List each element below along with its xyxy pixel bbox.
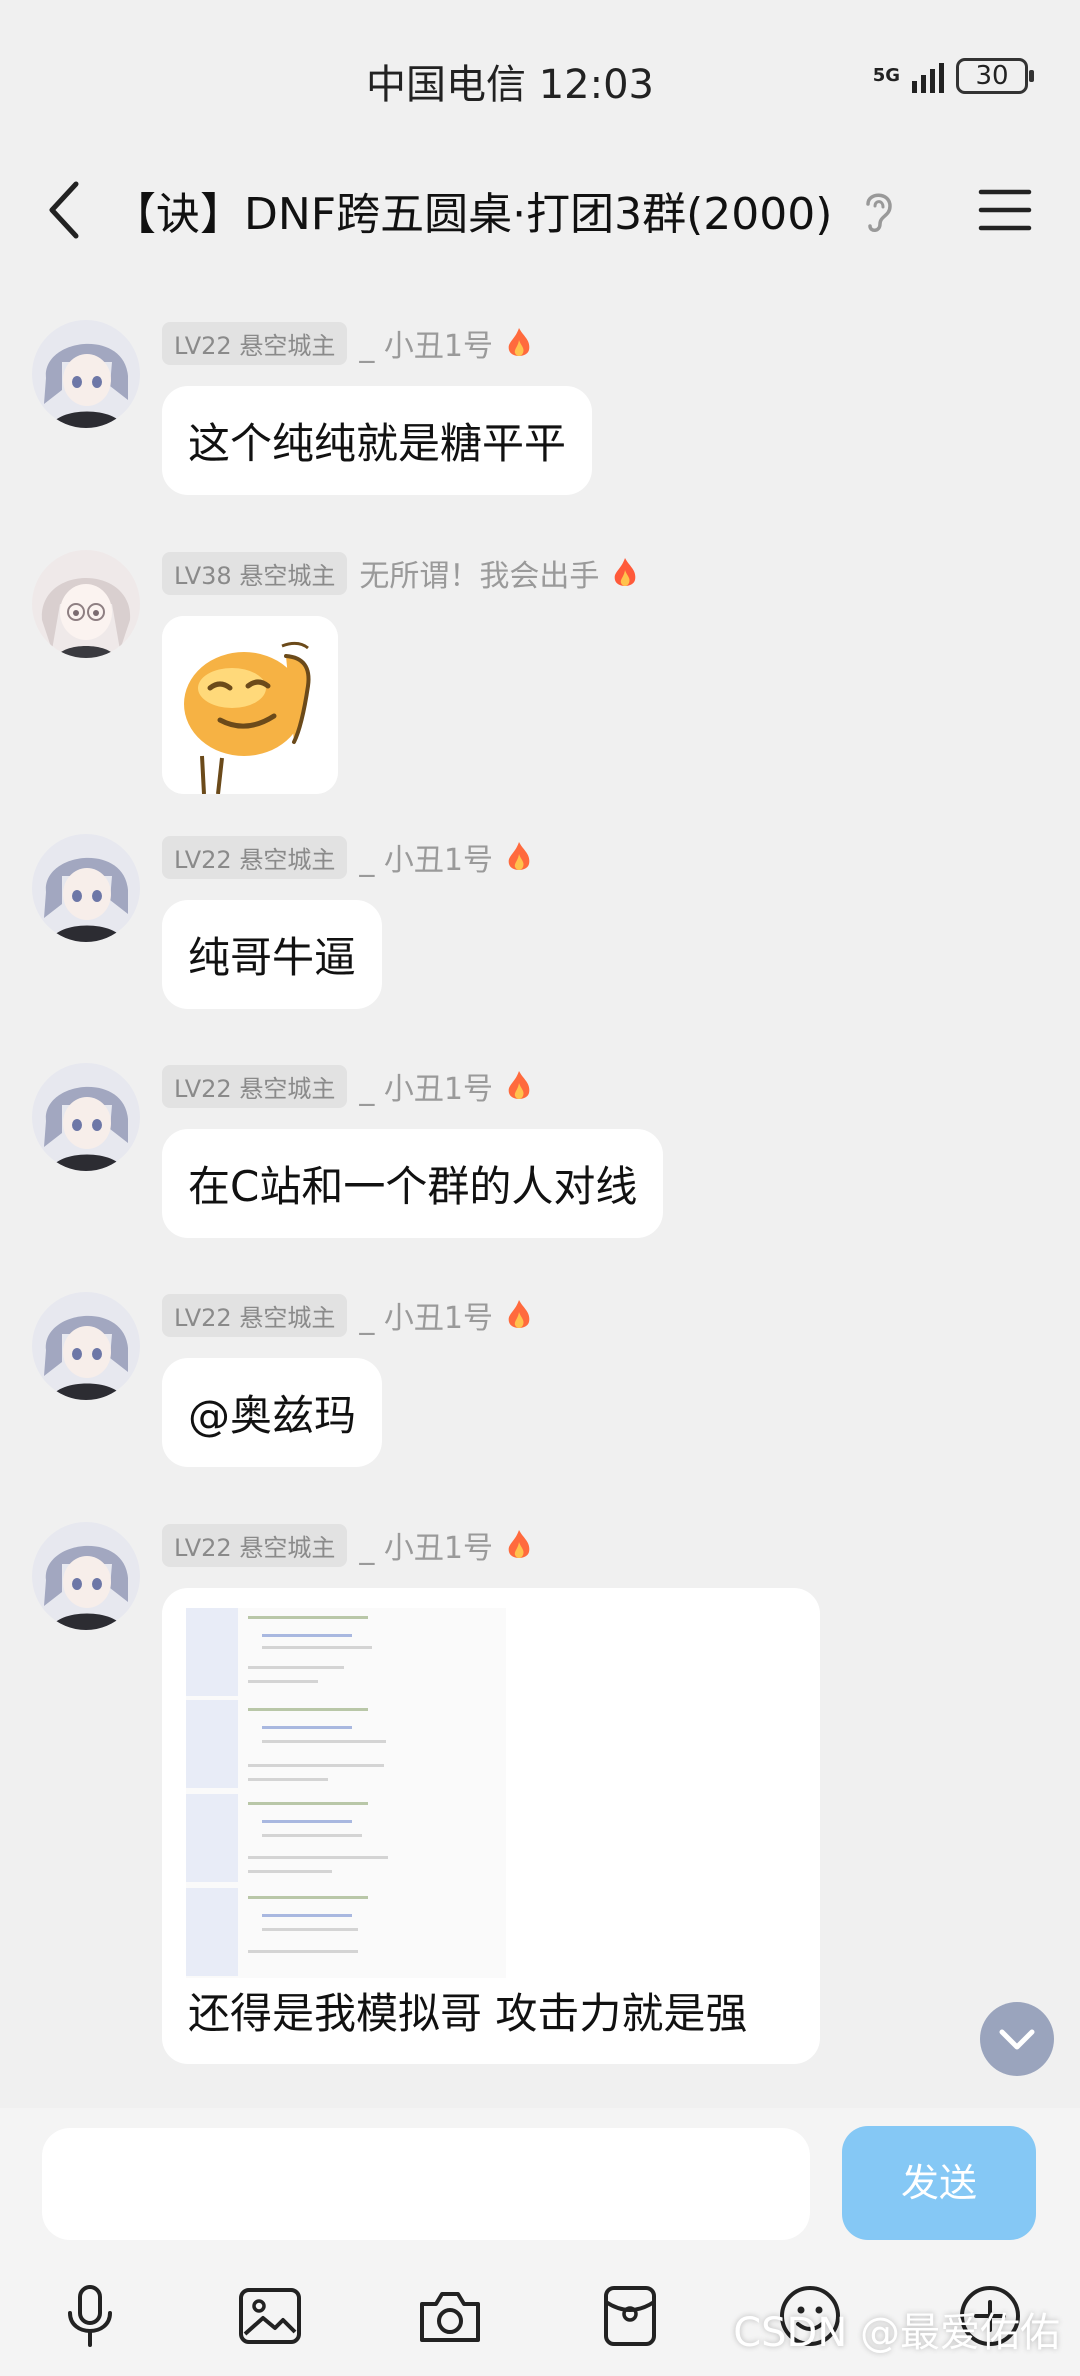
image-icon: [239, 2288, 301, 2344]
sender-nickname[interactable]: _ 小丑1号: [359, 1293, 493, 1337]
sender-meta: LV22 悬空城主 _ 小丑1号: [162, 835, 533, 879]
avatar[interactable]: [32, 1063, 140, 1171]
battery-icon: 30: [956, 58, 1034, 94]
smirk-face-icon: [162, 616, 338, 794]
network-type: 5G: [872, 65, 900, 86]
message-bubble[interactable]: @奥兹玛: [162, 1358, 383, 1467]
level-badge: LV22 悬空城主: [162, 321, 348, 365]
signal-icon: [912, 59, 944, 93]
red-packet-button[interactable]: [590, 2276, 670, 2356]
sender-nickname[interactable]: _ 小丑1号: [359, 1523, 493, 1567]
avatar[interactable]: [32, 320, 140, 428]
watermark: CSDN @最爱佑佑: [733, 2310, 1060, 2356]
avatar[interactable]: [32, 1522, 140, 1630]
flame-icon: [508, 328, 530, 356]
hamburger-icon: [978, 189, 1032, 231]
battery-level: 30: [975, 61, 1009, 91]
red-packet-icon: [604, 2286, 656, 2346]
status-indicators: 5G 30: [873, 58, 1034, 94]
sender-nickname[interactable]: _ 小丑1号: [359, 835, 493, 879]
level-badge: LV22 悬空城主: [162, 1293, 348, 1337]
sender-nickname[interactable]: _ 小丑1号: [359, 321, 493, 365]
mic-icon: [68, 2285, 112, 2347]
avatar[interactable]: [32, 550, 140, 658]
level-badge: LV22 悬空城主: [162, 835, 348, 879]
message-input[interactable]: [42, 2128, 810, 2240]
sticker-image[interactable]: [162, 616, 338, 794]
chevron-down-icon: [999, 2029, 1035, 2050]
flame-icon: [508, 842, 530, 870]
forum-screenshot-image[interactable]: [186, 1608, 506, 1978]
sender-nickname[interactable]: 无所谓！我会出手: [359, 551, 599, 595]
chat-header: 【诀】DNF跨五圆桌·打团3群(2000): [0, 150, 1080, 270]
menu-button[interactable]: [975, 182, 1035, 238]
message-bubble[interactable]: 在C站和一个群的人对线: [162, 1129, 664, 1238]
back-button[interactable]: [30, 170, 110, 250]
sender-meta: LV22 悬空城主 _ 小丑1号: [162, 1293, 533, 1337]
send-button[interactable]: 发送: [842, 2126, 1036, 2240]
sender-meta: LV22 悬空城主 _ 小丑1号: [162, 1064, 533, 1108]
level-badge: LV22 悬空城主: [162, 1523, 348, 1567]
image-button[interactable]: [230, 2276, 310, 2356]
flame-icon: [508, 1071, 530, 1099]
sender-nickname[interactable]: _ 小丑1号: [359, 1064, 493, 1108]
group-title: 【诀】DNF跨五圆桌·打团3群(2000): [112, 189, 833, 240]
image-message-bubble[interactable]: 还得是我模拟哥 攻击力就是强: [162, 1588, 820, 2064]
message-text: 还得是我模拟哥 攻击力就是强: [188, 1989, 748, 2038]
status-carrier-time: 中国电信 12:03: [0, 52, 1020, 110]
message-bubble[interactable]: 这个纯纯就是糖平平: [162, 386, 593, 495]
message-bubble[interactable]: 纯哥牛逼: [162, 900, 383, 1009]
carrier-name: 中国电信: [366, 62, 526, 108]
clock: 12:03: [538, 62, 654, 108]
ear-icon[interactable]: [858, 186, 898, 236]
level-badge: LV22 悬空城主: [162, 1064, 348, 1108]
sender-meta: LV22 悬空城主 _ 小丑1号: [162, 321, 533, 365]
level-badge: LV38 悬空城主: [162, 551, 348, 595]
sender-meta: LV38 悬空城主 无所谓！我会出手: [162, 551, 639, 595]
flame-icon: [508, 1530, 530, 1558]
avatar[interactable]: [32, 834, 140, 942]
avatar[interactable]: [32, 1292, 140, 1400]
chevron-left-icon: [49, 181, 79, 239]
flame-icon: [508, 1300, 530, 1328]
camera-icon: [420, 2292, 480, 2342]
network-indicator: 5G: [873, 67, 900, 85]
flame-icon: [615, 558, 636, 586]
mic-button[interactable]: [50, 2276, 130, 2356]
camera-button[interactable]: [410, 2276, 490, 2356]
scroll-to-bottom-button[interactable]: [980, 2002, 1054, 2076]
status-bar: 中国电信 12:03 5G 30: [0, 0, 1080, 150]
sender-meta: LV22 悬空城主 _ 小丑1号: [162, 1523, 533, 1567]
